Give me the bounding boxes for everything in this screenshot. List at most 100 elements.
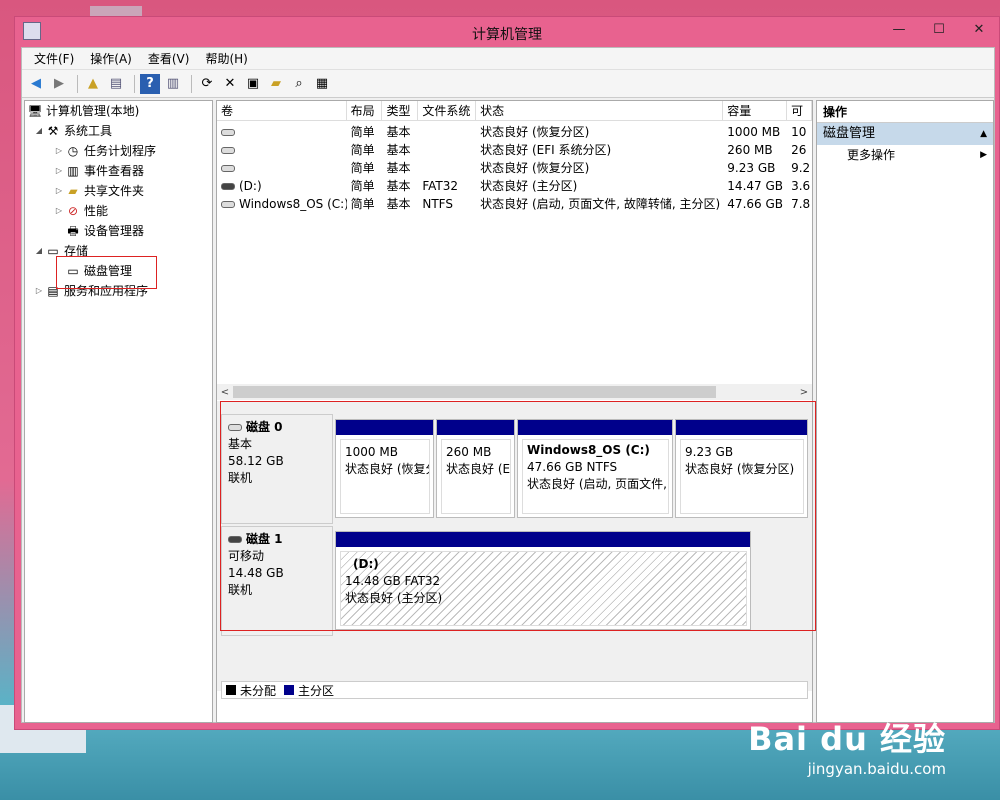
event-viewer-icon: ▥ [67,164,79,178]
column-header-free[interactable]: 可 [787,101,813,121]
volume-cell [217,123,347,141]
column-header-capacity[interactable]: 容量 [723,101,788,121]
type-cell: 基本 [386,179,411,193]
table-row[interactable]: (D:) 简单 基本 FAT32 状态良好 (主分区) 14.47 GB 3.6 [217,177,812,195]
removable-drive-icon [221,183,235,190]
export-icon[interactable]: ▦ [312,74,332,94]
highlight-box [56,256,157,289]
toolbar-separator [77,74,78,93]
tree-device-manager[interactable]: 🖶 设备管理器 [65,221,144,241]
collapse-up-icon[interactable]: ▲ [980,123,987,145]
column-header-layout[interactable]: 布局 [347,101,383,121]
back-icon[interactable]: ◀ [26,74,46,94]
collapsed-arrow-icon[interactable]: ▷ [53,201,65,221]
column-header-filesystem[interactable]: 文件系统 [418,101,477,121]
toolbar: ◀ ▶ ▲ ▤ ? ▥ ⟳ ✕ ▣ ▰ ⌕ ▦ [22,70,994,98]
scroll-right-icon[interactable]: > [796,387,812,398]
window-title: 计算机管理 [472,27,542,43]
forward-icon[interactable]: ▶ [49,74,69,94]
type-cell: 基本 [386,197,411,211]
menu-file[interactable]: 文件(F) [26,50,82,67]
collapsed-arrow-icon[interactable]: ▷ [33,281,45,301]
column-header-type[interactable]: 类型 [382,101,419,121]
up-folder-icon[interactable]: ▲ [83,74,103,94]
search-icon[interactable]: ⌕ [289,74,309,94]
actions-section[interactable]: 磁盘管理 ▲ [817,123,993,145]
tree-label: 性能 [84,204,109,218]
toolbar-separator [191,74,192,93]
unallocated-swatch [226,685,236,695]
open-icon[interactable]: ▰ [266,74,286,94]
collapsed-arrow-icon[interactable]: ▷ [53,181,65,201]
delete-icon[interactable]: ✕ [220,74,240,94]
tree-performance[interactable]: ▷ ⊘ 性能 [53,201,108,221]
title-bar[interactable]: 计算机管理 — ☐ ✕ [15,17,999,47]
filesystem-cell: NTFS [422,197,453,211]
type-cell: 基本 [386,125,411,139]
maximize-button[interactable]: ☐ [919,17,959,43]
legend: 未分配 主分区 [221,681,808,699]
properties-icon[interactable]: ▣ [243,74,263,94]
tree-system-tools[interactable]: ◢ ⚒ 系统工具 [33,121,112,141]
show-tree-icon[interactable]: ▤ [106,74,126,94]
free-cell: 26 [791,143,807,157]
status-cell: 状态良好 (EFI 系统分区) [480,143,612,157]
scroll-thumb[interactable] [233,386,716,398]
filesystem-cell [418,123,476,141]
more-actions-label: 更多操作 [847,148,896,162]
tree-label: 任务计划程序 [84,144,157,158]
capacity-cell: 14.47 GB [727,179,783,193]
tree-event-viewer[interactable]: ▷ ▥ 事件查看器 [53,161,144,181]
expanded-arrow-icon[interactable]: ◢ [33,121,45,141]
table-row[interactable]: 简单 基本 状态良好 (EFI 系统分区) 260 MB 26 [217,141,812,159]
tree-root[interactable]: 🖥 计算机管理(本地) [27,101,139,121]
collapsed-arrow-icon[interactable]: ▷ [53,161,65,181]
volume-name: Windows8_OS (C:) [239,197,347,211]
performance-icon: ⊘ [67,204,79,218]
table-row[interactable]: 简单 基本 状态良好 (恢复分区) 9.23 GB 9.2 [217,159,812,177]
close-button[interactable]: ✕ [959,17,999,43]
help-icon[interactable]: ? [140,73,160,94]
volume-name: (D:) [239,179,262,193]
toolbar-separator [134,74,135,93]
status-cell: 状态良好 (恢复分区) [480,161,590,175]
layout-cell: 简单 [350,179,375,193]
refresh-icon[interactable]: ⟳ [197,74,217,94]
status-cell: 状态良好 (启动, 页面文件, 故障转储, 主分区) [480,197,721,211]
free-cell: 10 [791,125,807,139]
column-header-volume[interactable]: 卷 [217,101,347,121]
column-header-status[interactable]: 状态 [476,101,724,121]
scroll-track[interactable] [233,385,796,399]
scroll-left-icon[interactable]: < [217,387,233,398]
menu-help[interactable]: 帮助(H) [197,50,255,67]
menu-action[interactable]: 操作(A) [82,50,140,67]
tree-label: 设备管理器 [84,224,145,238]
collapsed-arrow-icon[interactable]: ▷ [53,141,65,161]
submenu-arrow-icon: ▶ [980,150,987,160]
tree-label: 共享文件夹 [84,184,145,198]
table-row[interactable]: 简单 基本 状态良好 (恢复分区) 1000 MB 10 [217,123,812,141]
highlight-box [220,401,816,631]
minimize-button[interactable]: — [879,17,919,43]
volume-cell: Windows8_OS (C:) [217,195,347,213]
menu-view[interactable]: 查看(V) [140,50,198,67]
type-cell: 基本 [386,143,411,157]
layout-cell: 简单 [350,125,375,139]
table-row[interactable]: Windows8_OS (C:) 简单 基本 NTFS 状态良好 (启动, 页面… [217,195,812,213]
computer-icon: 🖥 [27,104,43,118]
filesystem-cell: FAT32 [422,179,459,193]
show-action-pane-icon[interactable]: ▥ [163,74,183,94]
capacity-cell: 1000 MB [727,125,781,139]
volume-cell: (D:) [217,177,347,195]
horizontal-scrollbar[interactable]: < > [217,384,812,400]
tree-shared-folders[interactable]: ▷ ▰ 共享文件夹 [53,181,144,201]
watermark-url: jingyan.baidu.com [807,760,946,778]
free-cell: 7.8 [791,197,811,211]
more-actions[interactable]: 更多操作 ▶ [817,145,993,165]
expanded-arrow-icon[interactable]: ◢ [33,241,45,261]
tree-task-scheduler[interactable]: ▷ ◷ 任务计划程序 [53,141,156,161]
capacity-cell: 9.23 GB [727,161,776,175]
free-cell: 3.6 [791,179,811,193]
drive-icon [221,129,235,136]
tree-label: 计算机管理(本地) [46,104,140,118]
